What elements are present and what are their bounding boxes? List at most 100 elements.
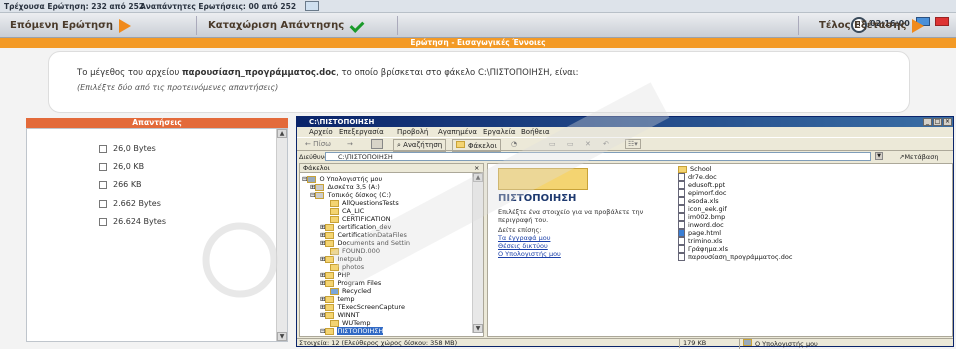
answers-scrollbar[interactable]: ▲ ▼ — [276, 129, 287, 341]
tree-item[interactable]: CA_LIC — [330, 207, 364, 215]
tree-item[interactable]: ⊞ WINNT — [320, 311, 360, 319]
address-input[interactable]: C:\ΠΙΣΤΟΠΟΙΗΣΗ — [325, 152, 871, 161]
maximize-icon[interactable]: □ — [933, 118, 942, 126]
file-item[interactable]: School — [678, 165, 712, 173]
tree-item[interactable]: ⊟ Τοπικός δίσκος (C:) — [310, 191, 391, 199]
tree-item[interactable]: AllQuestionsTests — [330, 199, 399, 207]
history-icon[interactable]: ◔ — [511, 140, 517, 148]
tree-item[interactable]: ⊞ certification_dev — [320, 223, 391, 231]
file-item[interactable]: edusoft.ppt — [678, 181, 725, 189]
address-value: C:\ΠΙΣΤΟΠΟΙΗΣΗ — [338, 153, 393, 161]
forward-icon[interactable]: → — [347, 140, 353, 148]
link-my-documents[interactable]: Τα έγγραφά μου — [498, 234, 550, 242]
answer-option[interactable]: 2.662 Bytes — [99, 199, 161, 208]
folder-icon — [330, 247, 339, 255]
scroll-up-icon[interactable]: ▲ — [277, 129, 287, 138]
menu-edit[interactable]: Επεξεργασία — [339, 128, 384, 136]
address-bar: Διεύθυνση C:\ΠΙΣΤΟΠΟΙΗΣΗ ▼ ↗Μετάβαση — [297, 151, 953, 162]
move-to-icon[interactable]: ▭ — [549, 140, 556, 148]
tree-item[interactable]: ⊞ Inetpub — [320, 255, 362, 263]
link-my-computer[interactable]: Ο Υπολογιστής μου — [498, 250, 561, 258]
question-section-title: Ερώτηση - Εισαγωγικές Έννοιες — [0, 38, 956, 48]
tree-item[interactable]: ⊞ PHP — [320, 271, 350, 279]
file-item[interactable]: im002.bmp — [678, 213, 725, 221]
tree-item[interactable]: ⊞ Δισκέτα 3,5 (A:) — [310, 183, 380, 191]
file-item[interactable]: page.html — [678, 229, 721, 237]
answer-checkbox[interactable] — [99, 162, 107, 171]
tree-item[interactable]: Recycled — [330, 287, 371, 295]
answer-option[interactable]: 26,0 KB — [99, 162, 144, 171]
checkmark-icon — [350, 19, 364, 33]
menu-help[interactable]: Βοήθεια — [521, 128, 550, 136]
tree-label: TExecScreenCapture — [337, 303, 405, 311]
tree-item[interactable]: ⊞ temp — [320, 295, 354, 303]
tree-item[interactable]: ⊞ TExecScreenCapture — [320, 303, 405, 311]
tree-label: Recycled — [342, 287, 372, 295]
word-doc-icon — [678, 221, 685, 229]
answer-checkbox[interactable] — [99, 217, 107, 226]
file-item[interactable]: epimorf.doc — [678, 189, 726, 197]
minimize-icon[interactable]: _ — [923, 118, 932, 126]
file-item[interactable]: icon_eek.gif — [678, 205, 727, 213]
file-label: παρουσίαση_προγράμματος.doc — [688, 253, 793, 261]
tree-item[interactable]: CERTIFICATION — [330, 215, 391, 223]
question-hint: (Επιλέξτε δύο από τις προτεινόμενες απαν… — [77, 83, 279, 92]
scroll-up-icon[interactable]: ▲ — [473, 173, 483, 182]
file-label: epimorf.doc — [688, 189, 727, 197]
scroll-down-icon[interactable]: ▼ — [277, 332, 287, 341]
link-network-places[interactable]: Θέσεις δικτύου — [498, 242, 548, 250]
answer-option[interactable]: 26.624 Bytes — [99, 217, 166, 226]
file-item[interactable]: esoda.xls — [678, 197, 719, 205]
answers-panel: 26,0 Bytes 26,0 KB 266 KB 2.662 Bytes 26… — [26, 128, 288, 342]
tree-label: Ο Υπολογιστής μου — [319, 175, 383, 183]
tree-item[interactable]: ⊞ Program Files — [320, 279, 381, 287]
answer-label: 26,0 KB — [113, 162, 145, 171]
menu-view[interactable]: Προβολή — [397, 128, 428, 136]
answer-checkbox[interactable] — [99, 144, 107, 153]
submit-answer-button[interactable]: Καταχώριση Απάντησης — [198, 16, 398, 35]
menu-favorites[interactable]: Αγαπημένα — [438, 128, 477, 136]
status-location: Ο Υπολογιστής μου — [739, 339, 818, 349]
status-bar: Τρέχουσα Ερώτηση: 232 από 252 Αναπάντητε… — [0, 0, 956, 13]
next-question-button[interactable]: Επόμενη Ερώτηση — [0, 16, 197, 35]
folder-heading: ΠΙΣΤΟΠΟΙΗΣΗ — [498, 193, 577, 204]
computer-icon — [307, 175, 317, 183]
tree-item[interactable]: FOUND.000 — [330, 247, 380, 255]
back-button[interactable]: ← Πίσω — [305, 140, 331, 148]
folder-icon — [456, 141, 465, 148]
tree-label: CERTIFICATION — [342, 215, 391, 223]
views-icon[interactable]: ☷▾ — [625, 139, 641, 149]
folder-description: Επιλέξτε ένα στοιχείο για να προβάλετε τ… — [498, 208, 644, 224]
monitor-icon[interactable] — [305, 1, 319, 11]
tree-item[interactable]: ⊞ CertificationDataFiles — [320, 231, 407, 239]
tree-item[interactable]: ⊞ Documents and Settin — [320, 239, 410, 247]
file-item[interactable]: inword.doc — [678, 221, 724, 229]
tree-item[interactable]: WUTemp — [330, 319, 371, 327]
delete-icon[interactable]: ✕ — [585, 140, 591, 148]
tree-item[interactable]: ⊟ Ο Υπολογιστής μου — [302, 175, 382, 183]
close-icon[interactable]: × — [943, 118, 952, 126]
close-pane-icon[interactable]: × — [474, 164, 479, 173]
file-item[interactable]: παρουσίαση_προγράμματος.doc — [678, 253, 792, 261]
copy-to-icon[interactable]: ▭ — [567, 140, 574, 148]
answer-option[interactable]: 26,0 Bytes — [99, 144, 156, 153]
answer-checkbox[interactable] — [99, 199, 107, 208]
tree-item[interactable]: photos — [330, 263, 364, 271]
tree-item-selected[interactable]: ⊟ ΠΙΣΤΟΠΟΙΗΣΗ — [320, 327, 384, 335]
address-dropdown-icon[interactable]: ▼ — [875, 152, 883, 160]
tree-scrollbar[interactable]: ▲ ▼ — [472, 173, 483, 333]
up-folder-icon[interactable] — [371, 139, 383, 149]
answer-checkbox[interactable] — [99, 180, 107, 189]
file-item[interactable]: dr7e.doc — [678, 173, 717, 181]
answer-option[interactable]: 266 KB — [99, 180, 142, 189]
tree-label: AllQuestionsTests — [342, 199, 399, 207]
file-item[interactable]: Γράφημα.xls — [678, 245, 728, 253]
go-button[interactable]: ↗Μετάβαση — [899, 153, 938, 161]
scroll-down-icon[interactable]: ▼ — [473, 324, 483, 333]
floppy-icon — [315, 183, 325, 191]
end-exam-button[interactable]: Τέλος Εξέτασης — [798, 16, 956, 35]
menu-file[interactable]: Αρχείο — [309, 128, 333, 136]
undo-icon[interactable]: ↶ — [603, 140, 609, 148]
file-item[interactable]: trimino.xls — [678, 237, 722, 245]
menu-tools[interactable]: Εργαλεία — [483, 128, 516, 136]
